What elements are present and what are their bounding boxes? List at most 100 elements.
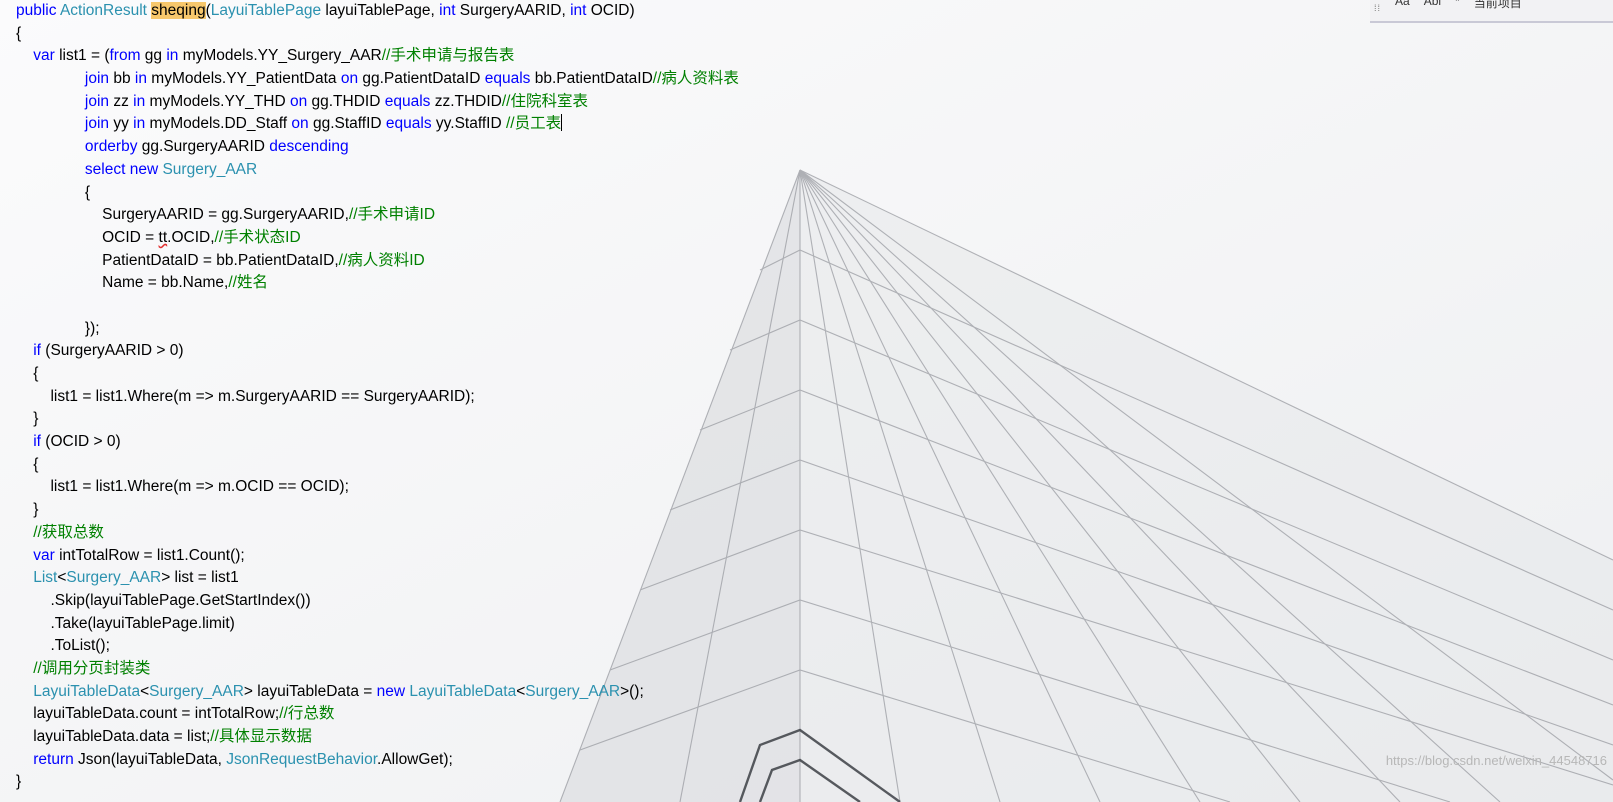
code-token: intTotalRow = list1.Count();	[54, 546, 245, 564]
code-token: ActionResult	[59, 2, 152, 19]
code-line[interactable]: public ActionResult sheqing(LayuiTablePa…	[16, 0, 1396, 23]
code-line[interactable]: {	[16, 454, 1396, 477]
code-line[interactable]: list1 = list1.Where(m => m.SurgeryAARID …	[16, 386, 1396, 409]
match-case-toggle[interactable]: Aa	[1395, 0, 1410, 8]
code-line[interactable]: //获取总数	[16, 522, 1396, 545]
code-token: Surgery_AAR	[162, 160, 258, 178]
text-caret	[561, 114, 563, 132]
code-token: layuiTableData.data = list;	[16, 728, 211, 745]
code-line[interactable]: if (OCID > 0)	[16, 431, 1396, 454]
code-token: on	[289, 92, 308, 110]
code-token: OCID)	[586, 2, 635, 19]
code-line[interactable]: .ToList();	[16, 635, 1396, 658]
code-token: join	[84, 92, 110, 110]
code-token: layuiTablePage,	[321, 2, 440, 19]
code-token: gg.THDID	[307, 92, 385, 110]
code-token: //调用分页封装类	[33, 659, 151, 677]
code-token: equals	[384, 92, 431, 110]
code-token: zz	[109, 92, 134, 110]
code-line[interactable]: join yy in myModels.DD_Staff on gg.Staff…	[16, 113, 1396, 136]
code-token: var	[33, 546, 55, 564]
code-token: myModels.YY_Surgery_AAR	[178, 47, 382, 65]
code-token: int	[570, 2, 587, 19]
code-line[interactable]: var intTotalRow = list1.Count();	[16, 545, 1396, 568]
code-token: //姓名	[228, 274, 268, 292]
code-token: return	[33, 750, 74, 768]
code-line[interactable]: if (SurgeryAARID > 0)	[16, 340, 1396, 363]
code-token: }	[16, 501, 39, 519]
code-token: > layuiTableData =	[243, 682, 377, 700]
code-token: tt	[158, 228, 168, 246]
code-token: if	[33, 433, 41, 451]
code-line[interactable]	[16, 295, 1396, 318]
code-line[interactable]: }	[16, 499, 1396, 522]
code-token: //具体显示数据	[210, 728, 312, 745]
code-token: on	[340, 70, 359, 88]
code-line[interactable]: });	[16, 318, 1396, 341]
code-line[interactable]: list1 = list1.Where(m => m.OCID == OCID)…	[16, 476, 1396, 499]
code-token: //手术状态ID	[214, 228, 301, 246]
code-token: .Skip(layuiTablePage.GetStartIndex())	[16, 591, 311, 609]
code-token: gg.SurgeryAARID	[137, 138, 270, 156]
code-token: yy	[109, 115, 134, 133]
code-line[interactable]: return Json(layuiTableData, JsonRequestB…	[16, 749, 1396, 772]
code-token: public	[16, 2, 60, 19]
code-token: SurgeryAARID = gg.SurgeryAARID,	[16, 206, 349, 224]
code-token: in	[134, 70, 147, 88]
code-line[interactable]: {	[16, 182, 1396, 205]
search-scope-dropdown[interactable]: 当前项目	[1474, 0, 1522, 11]
code-line[interactable]: orderby gg.SurgeryAARID descending	[16, 136, 1396, 159]
regex-toggle[interactable]: *	[1455, 0, 1460, 8]
code-token: }	[16, 410, 39, 428]
code-line[interactable]: SurgeryAARID = gg.SurgeryAARID,//手术申请ID	[16, 204, 1396, 227]
code-token: {	[16, 24, 22, 42]
grip-icon: ⁞⁞	[1374, 3, 1382, 13]
code-line[interactable]: {	[16, 23, 1396, 46]
code-token: list1 = list1.Where(m => m.OCID == OCID)…	[16, 478, 349, 496]
code-token: Surgery_AAR	[525, 682, 621, 700]
code-token: OCID =	[16, 228, 159, 246]
code-token: //员工表	[505, 115, 562, 133]
code-token: >();	[620, 682, 644, 700]
code-token: select new	[84, 160, 163, 178]
code-line[interactable]: join zz in myModels.YY_THD on gg.THDID e…	[16, 91, 1396, 114]
code-token: > list = list1	[161, 569, 239, 587]
code-line[interactable]: LayuiTableData<Surgery_AAR> layuiTableDa…	[16, 681, 1396, 704]
code-line[interactable]: }	[16, 771, 1396, 794]
code-line[interactable]: select new Surgery_AAR	[16, 159, 1396, 182]
code-line[interactable]: }	[16, 408, 1396, 431]
code-token: orderby	[84, 138, 138, 156]
code-line[interactable]: layuiTableData.count = intTotalRow;//行总数	[16, 703, 1396, 726]
code-token: equals	[484, 70, 531, 88]
code-line[interactable]: layuiTableData.data = list;//具体显示数据	[16, 726, 1396, 749]
code-token: LayuiTableData	[409, 682, 517, 700]
code-line[interactable]: OCID = tt.OCID,//手术状态ID	[16, 227, 1396, 250]
code-line[interactable]: var list1 = (from gg in myModels.YY_Surg…	[16, 45, 1396, 68]
code-line[interactable]: .Take(layuiTablePage.limit)	[16, 613, 1396, 636]
code-line[interactable]: .Skip(layuiTablePage.GetStartIndex())	[16, 590, 1396, 613]
code-token: myModels.YY_THD	[145, 92, 290, 110]
code-line[interactable]: Name = bb.Name,//姓名	[16, 272, 1396, 295]
code-token: });	[16, 319, 100, 337]
code-line[interactable]: PatientDataID = bb.PatientDataID,//病人资料I…	[16, 250, 1396, 273]
code-token: //行总数	[279, 705, 335, 723]
code-line[interactable]: {	[16, 363, 1396, 386]
code-editor[interactable]: public ActionResult sheqing(LayuiTablePa…	[16, 0, 1396, 794]
code-token: equals	[385, 115, 432, 133]
code-line[interactable]: join bb in myModels.YY_PatientData on gg…	[16, 68, 1396, 91]
code-line[interactable]: //调用分页封装类	[16, 658, 1396, 681]
code-token: on	[291, 115, 309, 133]
code-line[interactable]: List<Surgery_AAR> list = list1	[16, 567, 1396, 590]
code-token: LayuiTableData	[33, 682, 141, 700]
whole-word-toggle[interactable]: Abl	[1424, 0, 1441, 8]
code-token: //病人资料ID	[338, 251, 425, 269]
code-token: {	[16, 455, 39, 473]
